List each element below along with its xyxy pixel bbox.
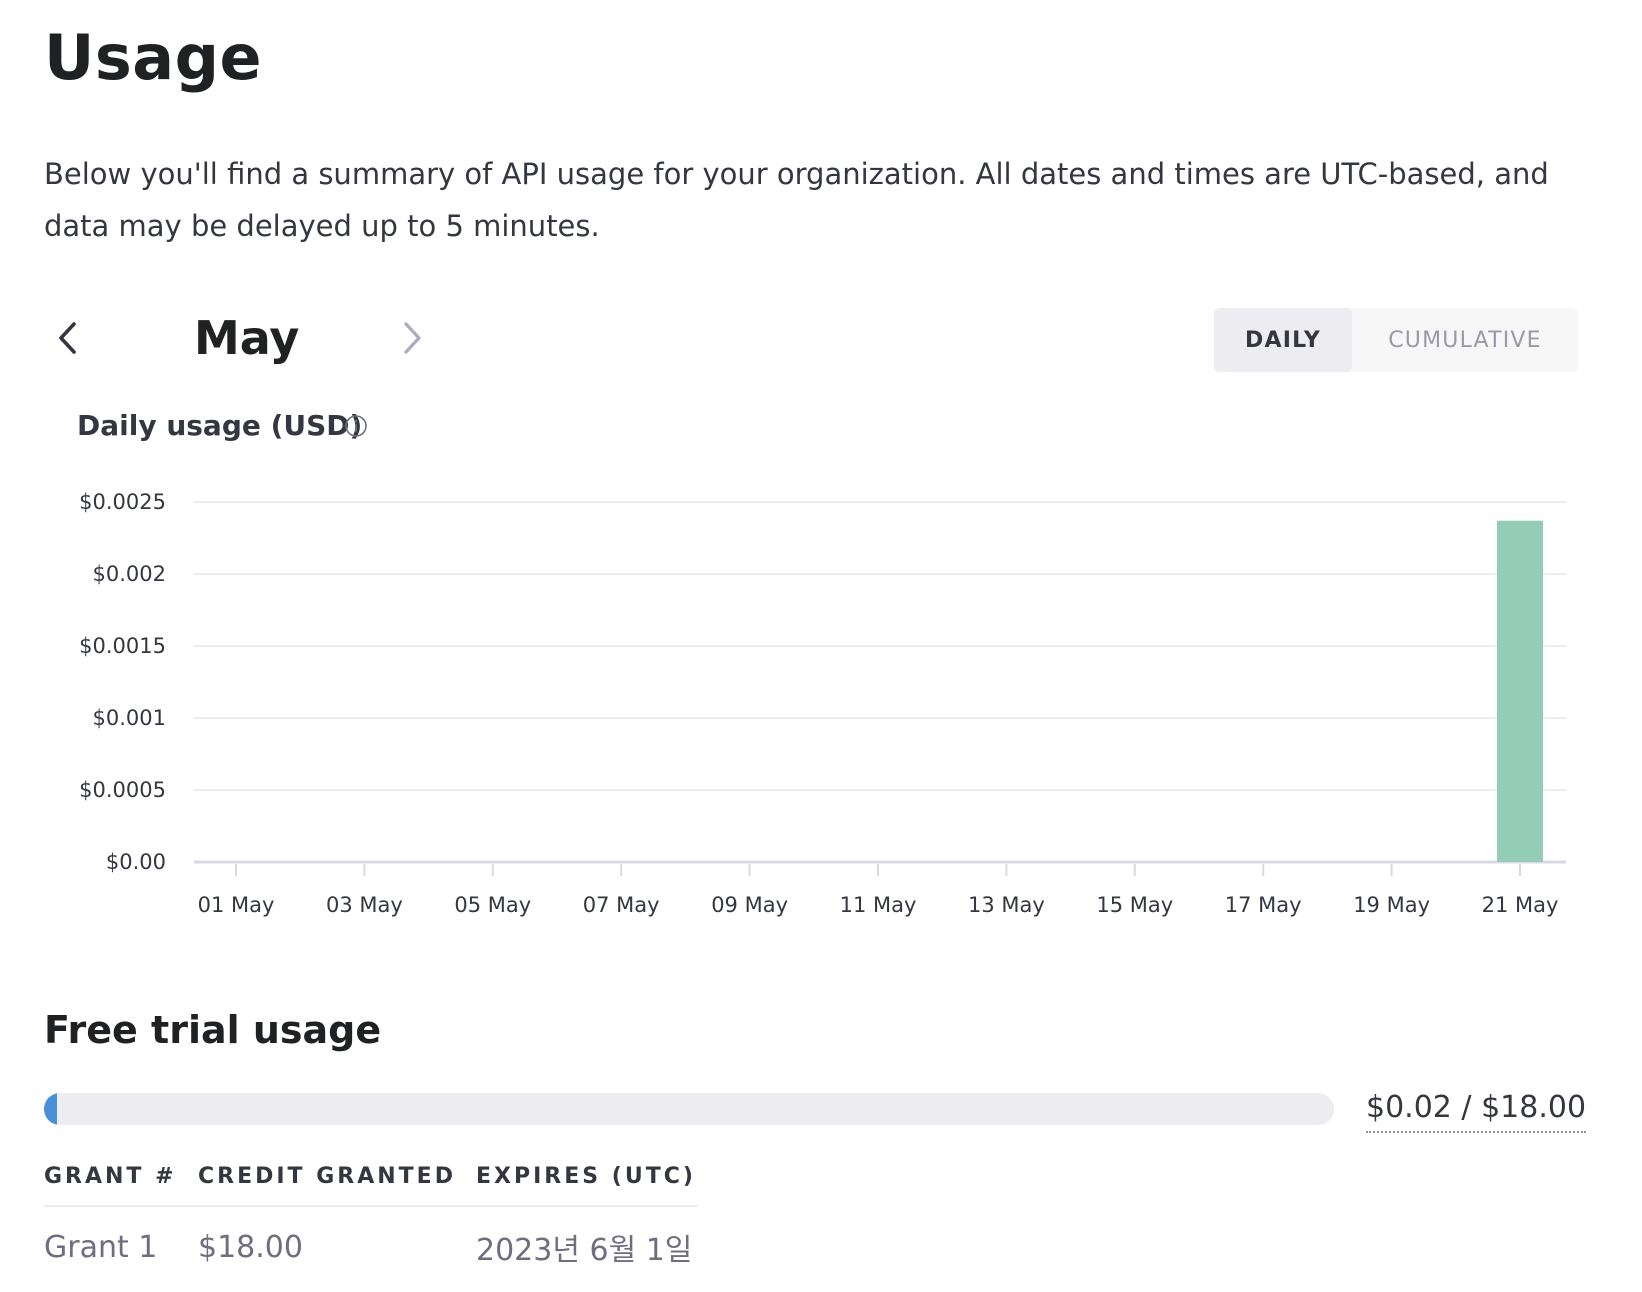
grants-header-row: GRANT # CREDIT GRANTED EXPIRES (UTC) [44, 1160, 698, 1207]
chart-title: Daily usage (USD) [77, 409, 363, 442]
expires-cell: 2023년 6월 1일 [476, 1233, 693, 1268]
x-tick-label: 09 May [711, 893, 788, 917]
view-toggle: DAILY CUMULATIVE [1214, 308, 1578, 372]
free-trial-progress-fill [44, 1093, 57, 1125]
credit-granted-header: CREDIT GRANTED [198, 1160, 476, 1207]
expires-header: EXPIRES (UTC) [476, 1160, 698, 1207]
chart-bars [1497, 520, 1543, 862]
y-tick-label: $0.001 [93, 706, 166, 730]
x-tick-label: 01 May [198, 893, 275, 917]
free-trial-title: Free trial usage [44, 1008, 382, 1052]
info-icon[interactable] [344, 414, 368, 438]
page-description: Below you'll find a summary of API usage… [44, 157, 1549, 243]
x-axis-ticks: 01 May 03 May 05 May 07 May 09 May 11 May 13 M… [198, 864, 1559, 917]
x-tick-label: 07 May [583, 893, 660, 917]
page-title: Usage [44, 21, 263, 94]
x-tick-label: 15 May [1096, 893, 1173, 917]
free-trial-progress-bar [44, 1093, 1334, 1125]
x-tick-label: 17 May [1225, 893, 1302, 917]
cumulative-toggle-button[interactable]: CUMULATIVE [1352, 308, 1578, 372]
chevron-left-icon [59, 322, 76, 354]
grant-name-cell: Grant 1 [44, 1229, 158, 1265]
chevron-right-icon [404, 322, 421, 354]
grants-table: GRANT # CREDIT GRANTED EXPIRES (UTC) Gra… [44, 1160, 698, 1269]
y-tick-label: $0.0015 [79, 634, 166, 658]
x-tick-label: 11 May [840, 893, 917, 917]
previous-month-button[interactable] [44, 310, 92, 366]
usage-amount-text[interactable]: $0.02 / $18.00 [1366, 1088, 1587, 1133]
y-tick-label: $0.0025 [79, 490, 166, 514]
x-tick-label: 19 May [1353, 893, 1430, 917]
x-tick-label: 05 May [454, 893, 531, 917]
chart-gridlines [194, 501, 1566, 864]
table-row: Grant 1 $18.00 2023년 6월 1일 [44, 1206, 698, 1269]
x-tick-label: 13 May [968, 893, 1045, 917]
daily-toggle-button[interactable]: DAILY [1214, 308, 1352, 372]
y-tick-label: $0.00 [106, 850, 166, 874]
y-tick-label: $0.0005 [79, 778, 166, 802]
y-axis-ticks: $0.00 $0.0005 $0.001 $0.0015 $0.002 $0.0025 [79, 490, 166, 874]
daily-usage-chart: $0.00 $0.0005 $0.001 $0.0015 $0.002 $0.0025 0… [79, 490, 1566, 917]
month-label: May [194, 311, 300, 365]
month-navigator: May [44, 300, 444, 376]
x-tick-label: 03 May [326, 893, 403, 917]
y-tick-label: $0.002 [93, 562, 166, 586]
credit-granted-cell: $18.00 [198, 1229, 303, 1265]
grant-number-header: GRANT # [44, 1160, 198, 1207]
next-month-button[interactable] [388, 310, 436, 366]
chart-bar [1497, 520, 1543, 862]
x-tick-label: 21 May [1482, 893, 1559, 917]
